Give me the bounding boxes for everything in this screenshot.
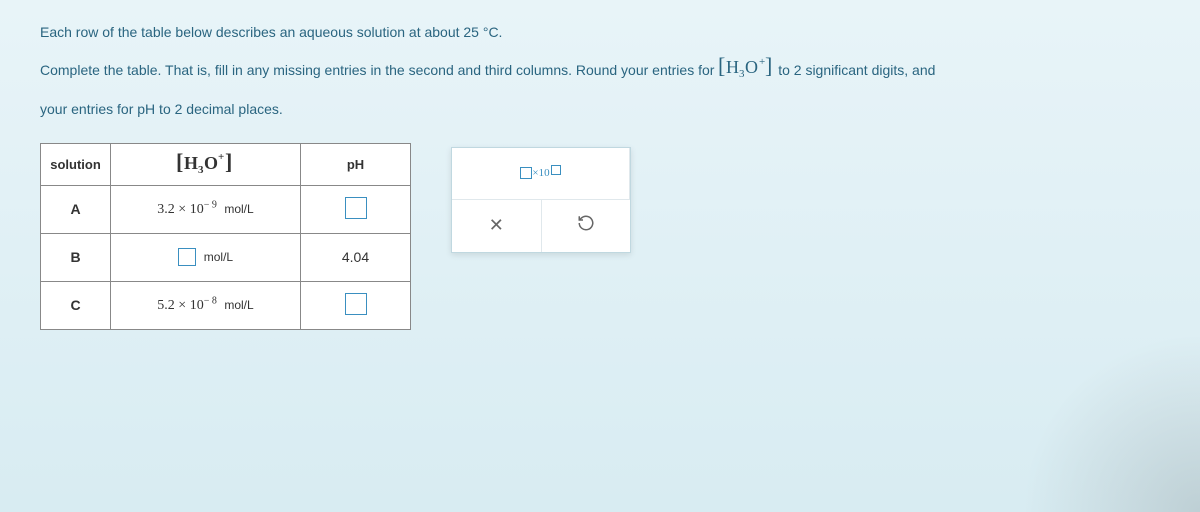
svg-text:]: ] bbox=[765, 53, 772, 78]
row-a-label: A bbox=[41, 185, 111, 233]
header-ph: pH bbox=[301, 143, 411, 185]
mantissa-box-icon bbox=[520, 167, 532, 179]
content-area: solution [ H 3 O + ] pH A bbox=[40, 143, 1160, 330]
row-b-label: B bbox=[41, 233, 111, 281]
row-a-unit: mol/L bbox=[224, 202, 253, 216]
svg-text:[: [ bbox=[718, 53, 725, 78]
svg-text:[: [ bbox=[176, 149, 183, 174]
row-a-coeff: 3.2 bbox=[157, 202, 175, 217]
svg-text:]: ] bbox=[225, 149, 232, 174]
svg-text:O: O bbox=[745, 57, 758, 77]
row-a-ph-input[interactable] bbox=[301, 185, 411, 233]
reset-icon bbox=[577, 214, 595, 237]
exponent-box-icon bbox=[551, 165, 561, 175]
row-c-unit: mol/L bbox=[224, 298, 253, 312]
row-c-h3o: 5.2 × 10− 8 mol/L bbox=[111, 281, 301, 329]
row-b-h3o-input[interactable]: mol/L bbox=[111, 233, 301, 281]
toolbox: ×10 ✕ bbox=[451, 147, 631, 253]
clear-button[interactable]: ✕ bbox=[452, 200, 542, 252]
row-c-base: 10 bbox=[190, 298, 204, 313]
row-a-h3o: 3.2 × 10− 9 mol/L bbox=[111, 185, 301, 233]
input-box-icon bbox=[178, 248, 196, 266]
question-line-3: your entries for pH to 2 decimal places. bbox=[40, 97, 1160, 122]
svg-text:+: + bbox=[218, 151, 224, 163]
row-b-ph: 4.04 bbox=[301, 233, 411, 281]
row-c-exp: − 8 bbox=[204, 296, 217, 307]
row-b-unit: mol/L bbox=[204, 250, 233, 264]
header-solution: solution bbox=[41, 143, 111, 185]
data-table: solution [ H 3 O + ] pH A bbox=[40, 143, 411, 330]
row-c-coeff: 5.2 bbox=[157, 298, 175, 313]
question-line-2b: to 2 significant digits, and bbox=[778, 62, 935, 78]
header-h3o: [ H 3 O + ] bbox=[111, 143, 301, 185]
corner-shadow bbox=[1020, 332, 1200, 512]
svg-text:H: H bbox=[184, 153, 198, 173]
question-line-2: Complete the table. That is, fill in any… bbox=[40, 53, 1160, 89]
row-c-ph-input[interactable] bbox=[301, 281, 411, 329]
svg-text:H: H bbox=[726, 57, 739, 77]
h3o-formula-inline: [ H 3 O + ] bbox=[718, 53, 774, 89]
row-a-base: 10 bbox=[190, 202, 204, 217]
input-box-icon bbox=[345, 197, 367, 219]
question-line-1: Each row of the table below describes an… bbox=[40, 20, 1160, 45]
x10-label: ×10 bbox=[532, 167, 549, 179]
question-text: Each row of the table below describes an… bbox=[40, 20, 1160, 123]
input-box-icon bbox=[345, 293, 367, 315]
scientific-notation-button[interactable]: ×10 bbox=[452, 148, 630, 200]
row-c-label: C bbox=[41, 281, 111, 329]
close-icon: ✕ bbox=[489, 215, 504, 236]
question-line-2a: Complete the table. That is, fill in any… bbox=[40, 62, 718, 78]
reset-button[interactable] bbox=[542, 200, 631, 252]
svg-text:O: O bbox=[204, 153, 218, 173]
row-a-exp: − 9 bbox=[204, 200, 217, 211]
